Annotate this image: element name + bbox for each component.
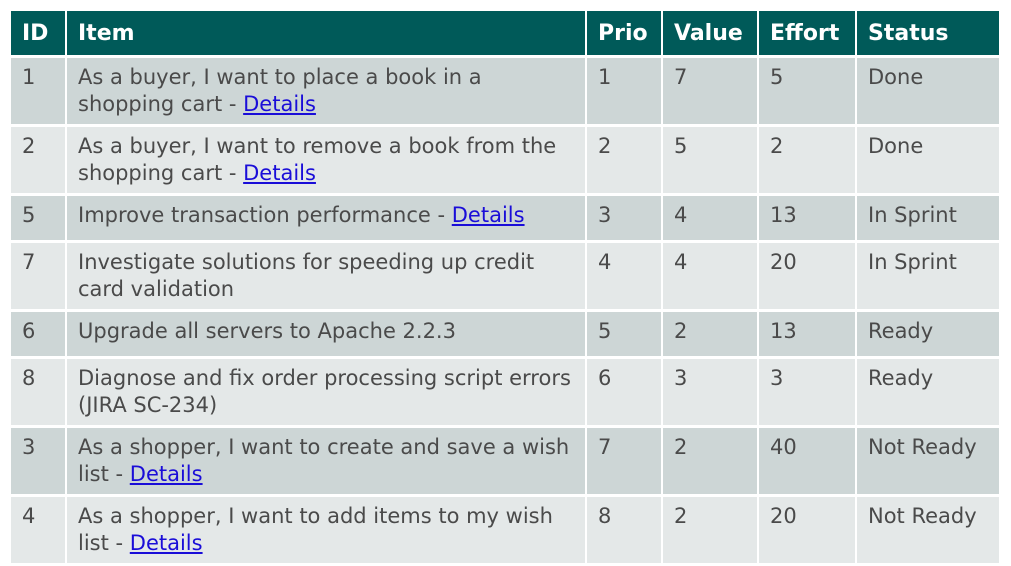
cell-item: Investigate solutions for speeding up cr… xyxy=(66,241,587,312)
details-link[interactable]: Details xyxy=(243,161,316,185)
cell-value: 2 xyxy=(662,426,759,497)
header-item: Item xyxy=(66,11,587,58)
product-backlog-table: ID Item Prio Value Effort Status 1 As a … xyxy=(11,11,999,566)
cell-effort: 40 xyxy=(758,426,857,497)
cell-item: As a buyer, I want to place a book in a … xyxy=(66,56,587,127)
cell-status: Not Ready xyxy=(856,495,999,566)
cell-value: 2 xyxy=(662,310,759,359)
details-link[interactable]: Details xyxy=(452,203,525,227)
item-text: Improve transaction performance - xyxy=(78,203,452,227)
cell-effort: 5 xyxy=(758,56,857,127)
cell-prio: 5 xyxy=(586,310,663,359)
cell-prio: 4 xyxy=(586,241,663,312)
cell-id: 3 xyxy=(11,426,67,497)
cell-status: Done xyxy=(856,125,999,196)
cell-id: 6 xyxy=(11,310,67,359)
cell-effort: 3 xyxy=(758,357,857,428)
table-header-row: ID Item Prio Value Effort Status xyxy=(11,11,999,58)
cell-value: 5 xyxy=(662,125,759,196)
cell-status: Ready xyxy=(856,310,999,359)
table-row: 5 Improve transaction performance - Deta… xyxy=(11,194,999,243)
header-value: Value xyxy=(662,11,759,58)
cell-status: In Sprint xyxy=(856,241,999,312)
cell-id: 8 xyxy=(11,357,67,428)
details-link[interactable]: Details xyxy=(130,531,203,555)
cell-effort: 20 xyxy=(758,241,857,312)
cell-value: 4 xyxy=(662,194,759,243)
table-body: 1 As a buyer, I want to place a book in … xyxy=(11,56,999,566)
cell-status: Not Ready xyxy=(856,426,999,497)
cell-prio: 6 xyxy=(586,357,663,428)
cell-prio: 2 xyxy=(586,125,663,196)
cell-item: As a shopper, I want to add items to my … xyxy=(66,495,587,566)
header-id: ID xyxy=(11,11,67,58)
cell-status: In Sprint xyxy=(856,194,999,243)
item-text: As a buyer, I want to remove a book from… xyxy=(78,134,557,185)
header-status: Status xyxy=(856,11,999,58)
cell-prio: 7 xyxy=(586,426,663,497)
cell-prio: 3 xyxy=(586,194,663,243)
cell-status: Ready xyxy=(856,357,999,428)
cell-item: As a buyer, I want to remove a book from… xyxy=(66,125,587,196)
cell-effort: 2 xyxy=(758,125,857,196)
table-row: 7 Investigate solutions for speeding up … xyxy=(11,241,999,312)
cell-item: Diagnose and fix order processing script… xyxy=(66,357,587,428)
table-row: 8 Diagnose and fix order processing scri… xyxy=(11,357,999,428)
cell-status: Done xyxy=(856,56,999,127)
cell-item: As a shopper, I want to create and save … xyxy=(66,426,587,497)
cell-id: 7 xyxy=(11,241,67,312)
table-row: 6 Upgrade all servers to Apache 2.2.3 5 … xyxy=(11,310,999,359)
cell-id: 4 xyxy=(11,495,67,566)
cell-id: 1 xyxy=(11,56,67,127)
table-row: 2 As a buyer, I want to remove a book fr… xyxy=(11,125,999,196)
cell-value: 7 xyxy=(662,56,759,127)
table-row: 1 As a buyer, I want to place a book in … xyxy=(11,56,999,127)
details-link[interactable]: Details xyxy=(243,92,316,116)
cell-value: 3 xyxy=(662,357,759,428)
header-effort: Effort xyxy=(758,11,857,58)
cell-effort: 13 xyxy=(758,310,857,359)
cell-item: Improve transaction performance - Detail… xyxy=(66,194,587,243)
cell-prio: 1 xyxy=(586,56,663,127)
cell-item: Upgrade all servers to Apache 2.2.3 xyxy=(66,310,587,359)
cell-effort: 13 xyxy=(758,194,857,243)
header-prio: Prio xyxy=(586,11,663,58)
cell-value: 2 xyxy=(662,495,759,566)
cell-id: 5 xyxy=(11,194,67,243)
cell-value: 4 xyxy=(662,241,759,312)
cell-id: 2 xyxy=(11,125,67,196)
table-row: 3 As a shopper, I want to create and sav… xyxy=(11,426,999,497)
table-row: 4 As a shopper, I want to add items to m… xyxy=(11,495,999,566)
backlog-table-container: ID Item Prio Value Effort Status 1 As a … xyxy=(11,11,999,566)
cell-prio: 8 xyxy=(586,495,663,566)
cell-effort: 20 xyxy=(758,495,857,566)
details-link[interactable]: Details xyxy=(130,462,203,486)
